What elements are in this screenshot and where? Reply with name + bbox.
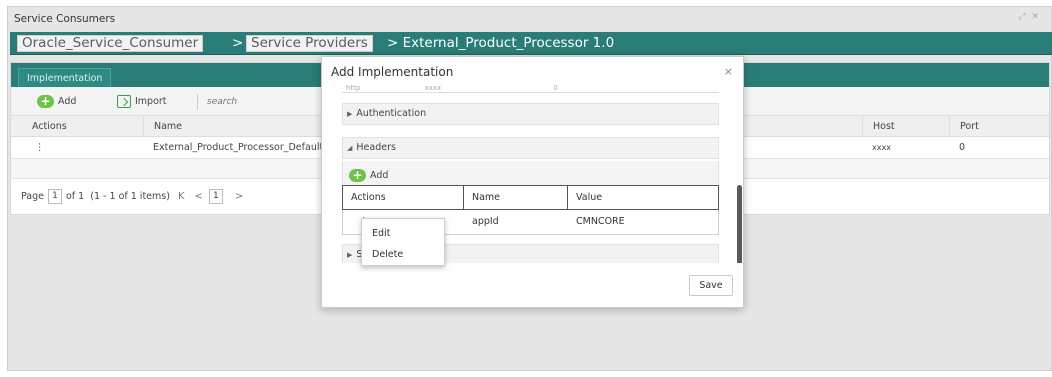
pager-of-label: of 1 [66, 190, 85, 202]
collapse-triangle-icon: ◢ [347, 144, 353, 152]
pager-page-input[interactable]: 1 [48, 188, 62, 204]
authentication-section[interactable]: ▶ Authentication [342, 103, 719, 125]
window-title: Service Consumers [14, 13, 116, 25]
tab-implementation[interactable]: Implementation [18, 68, 112, 87]
expand-triangle-icon: ▶ [347, 251, 353, 259]
clipped-row: http xxxx 0 [342, 85, 719, 93]
column-header-host[interactable]: Host [862, 116, 895, 138]
menu-item-delete[interactable]: Delete [372, 249, 403, 260]
pager-current-page[interactable]: 1 [208, 188, 223, 204]
add-button[interactable]: + Add [37, 92, 76, 110]
dialog-title: Add Implementation [331, 65, 454, 79]
row-name: External_Product_Processor_Default [153, 142, 324, 153]
header-col-name[interactable]: Name [463, 186, 500, 209]
import-icon [117, 94, 131, 108]
header-row-value: CMNCORE [576, 216, 625, 227]
pager-page-label: Page [21, 190, 44, 202]
add-implementation-dialog: Add Implementation × http xxxx 0 ▶ Authen… [321, 56, 744, 308]
column-header-actions[interactable]: Actions [32, 116, 67, 138]
next-page-icon[interactable]: > [235, 191, 243, 202]
authentication-label: Authentication [356, 108, 427, 119]
breadcrumb-item-providers[interactable]: Service Providers [246, 35, 373, 52]
expand-triangle-icon: ▶ [347, 110, 353, 118]
headers-section[interactable]: ◢ Headers [342, 137, 719, 159]
header-row-name: appId [472, 216, 499, 227]
header-col-value[interactable]: Value [567, 186, 602, 209]
close-icon[interactable]: ✕ [1031, 12, 1045, 22]
clipped-port: 0 [553, 85, 558, 92]
first-page-icon[interactable]: K [178, 191, 185, 202]
breadcrumb: Oracle_Service_Consumer > Service Provid… [10, 32, 1052, 55]
search-input[interactable] [197, 94, 327, 110]
add-header-button[interactable]: + Add [349, 166, 388, 184]
pager: Page 1 of 1 (1 - 1 of 1 items) K < 1 > [21, 187, 251, 205]
headers-grid-header: Actions Name Value [342, 185, 719, 210]
window-controls[interactable]: ⤢✕ [1018, 12, 1045, 22]
headers-label: Headers [356, 142, 396, 153]
row-port: 0 [959, 142, 966, 153]
resize-icon[interactable]: ⤢ [1018, 12, 1031, 22]
header-col-actions[interactable]: Actions [343, 186, 386, 209]
plus-icon: + [349, 168, 366, 182]
breadcrumb-item-consumer[interactable]: Oracle_Service_Consumer [17, 35, 204, 52]
close-icon[interactable]: × [724, 65, 733, 78]
plus-icon: + [37, 94, 54, 108]
clipped-protocol: http [346, 85, 361, 92]
add-header-label: Add [370, 169, 389, 181]
dialog-scrollbar[interactable] [737, 185, 742, 263]
row-host: xxxx [872, 143, 891, 152]
clipped-host: xxxx [424, 85, 442, 92]
column-header-name[interactable]: Name [143, 116, 182, 138]
pager-items-label: (1 - 1 of 1 items) [90, 190, 170, 202]
save-button[interactable]: Save [689, 275, 733, 296]
headers-toolbar: + Add [342, 161, 719, 187]
breadcrumb-separator: > [232, 35, 244, 51]
column-header-port[interactable]: Port [949, 116, 979, 138]
add-label: Add [58, 95, 77, 107]
import-button[interactable]: Import [117, 92, 167, 110]
menu-item-edit[interactable]: Edit [372, 228, 390, 239]
prev-page-icon[interactable]: < [195, 191, 203, 202]
row-context-menu: Edit Delete [361, 218, 445, 266]
import-label: Import [135, 95, 167, 107]
row-actions-menu[interactable]: ⋮ [35, 137, 45, 159]
breadcrumb-current: > External_Product_Processor 1.0 [387, 35, 615, 51]
